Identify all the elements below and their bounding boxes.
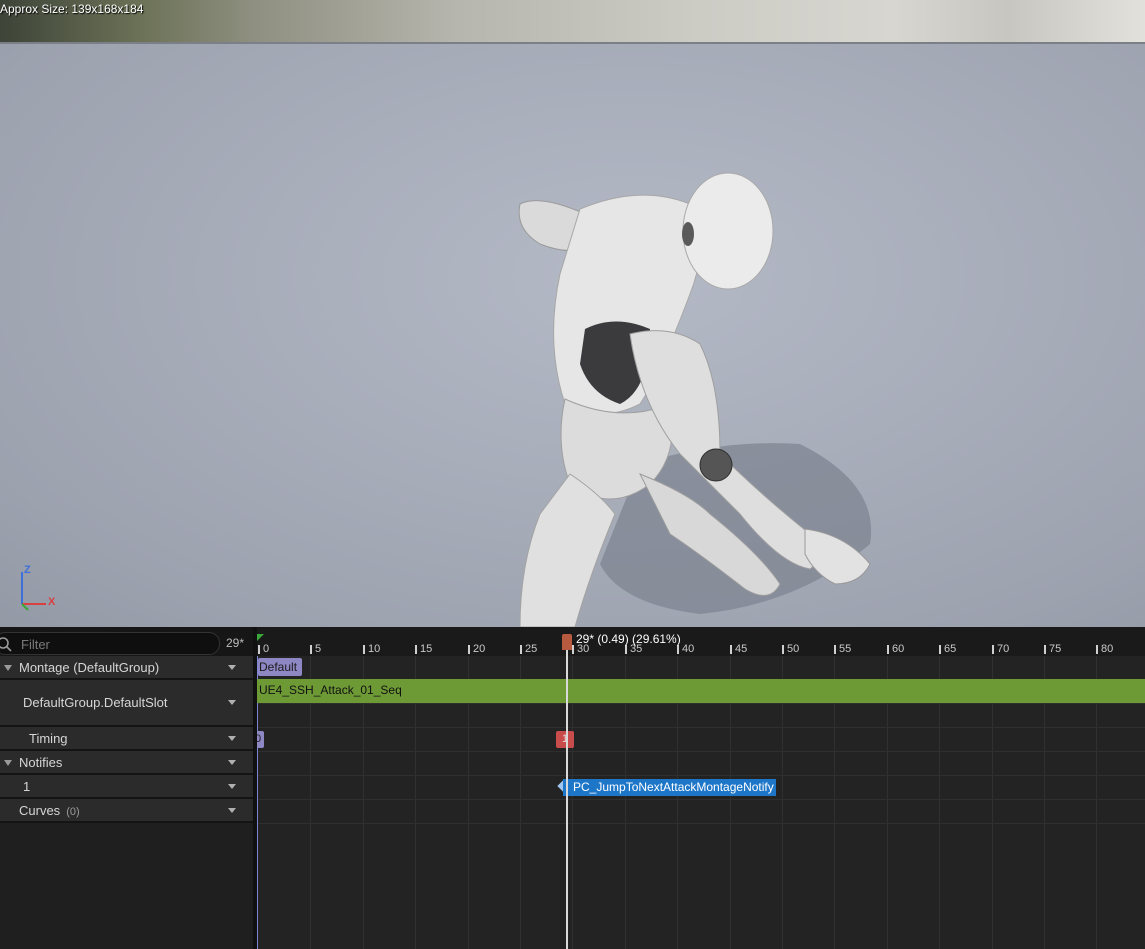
viewport-top-strip: Approx Size: 139x168x184	[0, 0, 1145, 44]
ruler-tick-label: 5	[315, 643, 322, 655]
axis-z-label: Z	[24, 564, 31, 576]
row-divider	[257, 775, 1145, 776]
filter-row: 29*	[0, 627, 253, 656]
chevron-down-icon[interactable]	[228, 760, 236, 765]
ruler-tick	[939, 645, 941, 654]
preview-viewport[interactable]: Z X	[0, 44, 1145, 627]
row-divider	[257, 799, 1145, 800]
time-ruler[interactable]: 0 5 10 15 20 25 30 35 40 45 50 55 60 65 70 75 80	[257, 627, 1145, 656]
ruler-tick	[834, 645, 836, 654]
ruler-tick-label: 20	[473, 643, 486, 655]
ruler-tick-label: 75	[1049, 643, 1062, 655]
curves-label: Curves	[19, 803, 61, 818]
current-frame-readout: 29*	[226, 636, 245, 650]
ruler-tick	[782, 645, 784, 654]
montage-timeline-panel: 29* Montage (DefaultGroup) DefaultGroup.…	[0, 627, 1145, 949]
ruler-tick	[1096, 645, 1098, 654]
track-notifies[interactable]: Notifies	[0, 751, 253, 775]
ruler-tick	[310, 645, 312, 654]
ruler-tick	[520, 645, 522, 654]
timing-marker-1[interactable]: 1	[556, 731, 574, 748]
axis-x-label: X	[48, 596, 56, 608]
search-icon	[0, 637, 12, 652]
ruler-tick	[887, 645, 889, 654]
timing-marker-0[interactable]: 0	[257, 731, 264, 748]
mannequin-figure	[518, 172, 872, 627]
ruler-tick-label: 40	[682, 643, 695, 655]
ruler-tick	[730, 645, 732, 654]
approx-size-label: Approx Size: 139x168x184	[0, 2, 144, 16]
section-chip[interactable]: Default	[258, 658, 303, 676]
ruler-tick-label: 60	[892, 643, 905, 655]
ruler-tick-label: 0	[263, 643, 270, 655]
track-notify-1[interactable]: 1	[0, 775, 253, 799]
ruler-tick-label: 15	[420, 643, 433, 655]
axis-gizmo: Z X	[14, 564, 64, 614]
chevron-down-icon[interactable]	[228, 736, 236, 741]
timeline-area[interactable]: 0 5 10 15 20 25 30 35 40 45 50 55 60 65 70 75 80 Default…	[257, 627, 1145, 949]
collapse-triangle-icon[interactable]	[4, 760, 12, 766]
ruler-tick-label: 45	[735, 643, 748, 655]
start-marker-icon	[257, 634, 264, 641]
filter-input[interactable]	[19, 635, 203, 653]
ruler-tick-label: 65	[944, 643, 957, 655]
track-label: Curves (0)	[19, 803, 80, 818]
ruler-tick-label: 25	[525, 643, 538, 655]
ruler-tick-label: 70	[997, 643, 1010, 655]
ruler-tick-label: 55	[839, 643, 852, 655]
ruler-tick	[1044, 645, 1046, 654]
ruler-tick	[258, 645, 260, 654]
chevron-down-icon[interactable]	[228, 665, 236, 670]
ruler-tick-label: 80	[1101, 643, 1114, 655]
track-label: Montage (DefaultGroup)	[19, 660, 160, 675]
ruler-tick	[625, 645, 627, 654]
playhead-handle[interactable]	[562, 634, 572, 650]
track-label: Timing	[29, 731, 68, 746]
track-outliner: 29* Montage (DefaultGroup) DefaultGroup.…	[0, 627, 253, 949]
row-divider	[257, 823, 1145, 824]
axis-lines-icon	[21, 572, 46, 611]
track-timing[interactable]: Timing	[0, 727, 253, 751]
collapse-triangle-icon[interactable]	[4, 665, 12, 671]
playhead-line[interactable]	[566, 641, 568, 949]
row-divider	[257, 727, 1145, 728]
track-label: Notifies	[19, 755, 63, 770]
row-divider	[257, 751, 1145, 752]
animation-segment[interactable]: UE4_SSH_Attack_01_Seq	[257, 679, 1145, 703]
ruler-tick	[992, 645, 994, 654]
chevron-down-icon[interactable]	[228, 700, 236, 705]
ruler-tick	[415, 645, 417, 654]
filter-box[interactable]	[0, 632, 220, 655]
track-montage[interactable]: Montage (DefaultGroup)	[0, 656, 253, 680]
track-default-slot[interactable]: DefaultGroup.DefaultSlot	[0, 680, 253, 727]
playhead-readout: 29* (0.49) (29.61%)	[576, 632, 681, 646]
track-label: DefaultGroup.DefaultSlot	[23, 695, 168, 710]
ruler-tick	[572, 645, 574, 654]
chevron-down-icon[interactable]	[228, 808, 236, 813]
segment-label: UE4_SSH_Attack_01_Seq	[259, 683, 402, 697]
ruler-tick-label: 10	[368, 643, 381, 655]
track-label: 1	[23, 779, 31, 794]
notify-event[interactable]: PC_JumpToNextAttackMontageNotify	[563, 779, 776, 796]
curves-count: (0)	[66, 806, 80, 818]
track-curves[interactable]: Curves (0)	[0, 799, 253, 823]
ruler-tick	[363, 645, 365, 654]
chevron-down-icon[interactable]	[228, 784, 236, 789]
ruler-tick-label: 50	[787, 643, 800, 655]
ruler-tick	[468, 645, 470, 654]
ruler-tick	[677, 645, 679, 654]
row-divider	[257, 703, 1145, 704]
